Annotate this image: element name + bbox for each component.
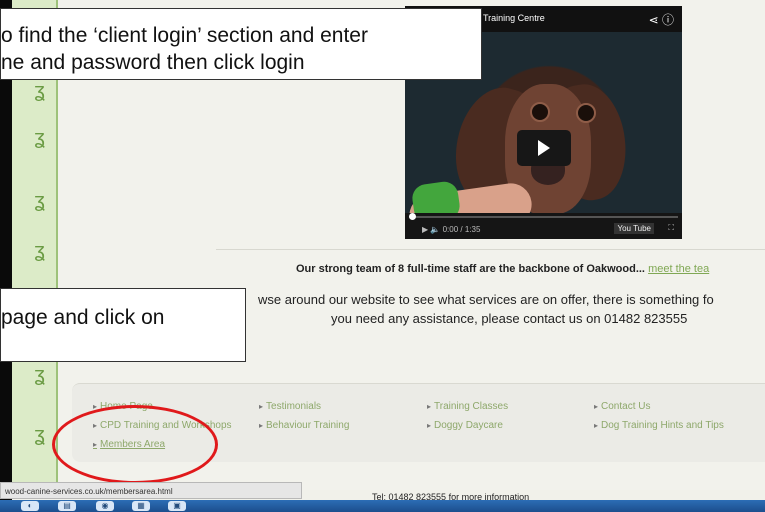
instruction-callout-login: o find the ‘client login’ section and en… [0, 8, 482, 80]
youtube-logo[interactable]: You Tube [614, 223, 654, 234]
video-title: Training Centre [483, 13, 545, 23]
bullet-icon: ▸ [594, 421, 599, 430]
windows-taskbar: ◐ ▤ ◉ ▦ ▣ [0, 500, 765, 512]
progress-handle[interactable] [409, 213, 416, 220]
start-button-icon[interactable]: ◐ [21, 501, 39, 511]
instruction-line: o find the ‘client login’ section and en… [1, 24, 368, 47]
team-statement: Our strong team of 8 full-time staff are… [296, 263, 709, 275]
play-button[interactable] [517, 130, 571, 166]
fullscreen-icon[interactable]: ⛶ [668, 223, 674, 233]
instruction-line: page and click on [1, 306, 165, 329]
instruction-line: ne and password then click login [1, 51, 305, 74]
video-time: 0:00 / 1:35 [442, 225, 481, 234]
browser-status-url: wood-canine-services.co.uk/membersarea.h… [0, 482, 302, 499]
paw-icon: ʓ [34, 80, 45, 102]
team-text: Our strong team of 8 full-time staff are… [296, 263, 645, 275]
footer-link-label[interactable]: Dog Training Hints and Tips [601, 420, 724, 431]
video-control-bar[interactable]: ▶ 🔈 0:00 / 1:35 You Tube ⛶ [405, 213, 682, 239]
paw-icon: ʓ [34, 364, 45, 386]
browse-website-text: wse around our website to see what servi… [258, 292, 714, 307]
app-icon[interactable]: ▣ [168, 501, 186, 511]
footer-link-label[interactable]: Contact Us [601, 401, 650, 412]
section-divider [216, 249, 765, 250]
instruction-callout-click: page and click on [0, 288, 246, 362]
video-time-controls[interactable]: ▶ 🔈 0:00 / 1:35 [422, 225, 480, 234]
meet-the-team-link[interactable]: meet the tea [648, 263, 709, 275]
contact-text: you need any assistance, please contact … [331, 311, 688, 326]
bullet-icon: ▸ [594, 402, 599, 411]
footer-link-contact-us[interactable]: ▸ Contact Us [594, 401, 650, 412]
bullet-icon: ▸ [259, 402, 264, 411]
info-icon[interactable]: ⓘ [662, 13, 674, 27]
document-icon[interactable]: ▦ [132, 501, 150, 511]
footer-link-label[interactable]: Testimonials [266, 401, 321, 412]
share-icon[interactable]: ⋖ [649, 13, 659, 27]
footer-link-training-classes[interactable]: ▸ Training Classes [427, 401, 508, 412]
footer-link-doggy-daycare[interactable]: ▸ Doggy Daycare [427, 420, 503, 431]
bullet-icon: ▸ [427, 421, 432, 430]
paw-icon: ʓ [34, 240, 45, 262]
dog-eye-left [530, 102, 550, 122]
paw-icon: ʓ [34, 424, 45, 446]
footer-link-label[interactable]: Training Classes [434, 401, 508, 412]
play-icon [538, 140, 550, 156]
video-top-icons[interactable]: ⋖ ⓘ [649, 11, 674, 28]
paw-icon: ʓ [34, 127, 45, 149]
play-icon[interactable]: ▶ [422, 225, 428, 234]
footer-link-testimonials[interactable]: ▸ Testimonials [259, 401, 321, 412]
bullet-icon: ▸ [259, 421, 264, 430]
footer-link-behaviour-training[interactable]: ▸ Behaviour Training [259, 420, 349, 431]
bullet-icon: ▸ [427, 402, 432, 411]
folder-icon[interactable]: ▤ [58, 501, 76, 511]
volume-icon[interactable]: 🔈 [430, 225, 440, 234]
video-progress-bar[interactable] [409, 213, 678, 220]
footer-link-hints-tips[interactable]: ▸ Dog Training Hints and Tips [594, 420, 724, 431]
paw-icon: ʓ [34, 190, 45, 212]
dog-eye-right [576, 103, 596, 123]
footer-link-label[interactable]: Doggy Daycare [434, 420, 503, 431]
members-area-highlight-circle [52, 405, 218, 484]
browser-icon[interactable]: ◉ [96, 501, 114, 511]
footer-link-label[interactable]: Behaviour Training [266, 420, 349, 431]
